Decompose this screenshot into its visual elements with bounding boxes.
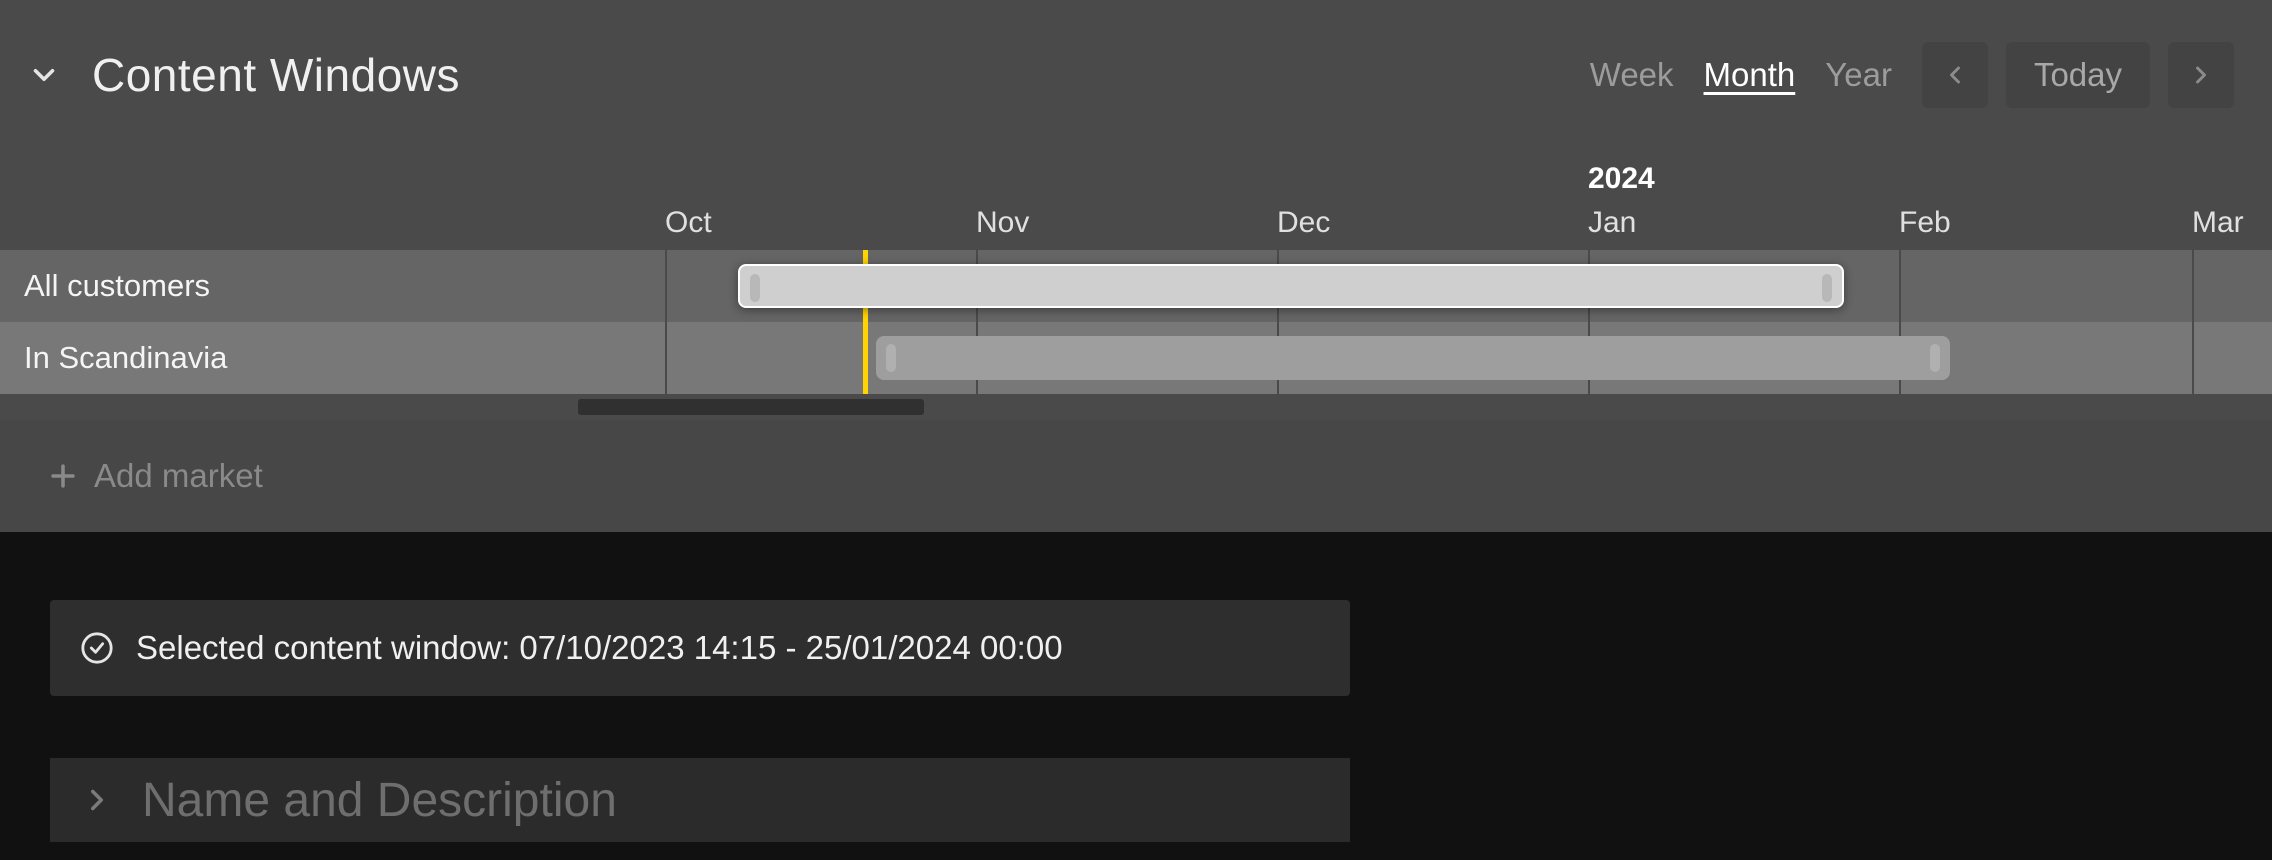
chevron-left-icon bbox=[1941, 61, 1969, 89]
prev-button[interactable] bbox=[1922, 42, 1988, 108]
chevron-right-icon bbox=[80, 783, 114, 817]
chevron-right-icon bbox=[2187, 61, 2215, 89]
view-year[interactable]: Year bbox=[1823, 50, 1894, 100]
collapse-toggle[interactable] bbox=[24, 55, 64, 95]
section-name-description[interactable]: Name and Description bbox=[50, 758, 1350, 842]
view-week[interactable]: Week bbox=[1588, 50, 1676, 100]
today-button[interactable]: Today bbox=[2006, 42, 2150, 108]
selected-window-text: Selected content window: 07/10/2023 14:1… bbox=[136, 629, 1063, 667]
plus-icon bbox=[46, 459, 80, 493]
timeline-header: Oct Nov Dec Jan Feb Mar 2024 bbox=[0, 150, 2272, 250]
resize-handle-left[interactable] bbox=[886, 344, 896, 372]
chevron-down-icon bbox=[27, 58, 61, 92]
year-label: 2024 bbox=[1588, 162, 1655, 196]
month-label: Oct bbox=[665, 206, 712, 240]
month-label: Jan bbox=[1588, 206, 1636, 240]
add-market-label: Add market bbox=[94, 457, 263, 495]
check-circle-icon bbox=[80, 631, 114, 665]
now-indicator bbox=[863, 322, 868, 394]
resize-handle-right[interactable] bbox=[1930, 344, 1940, 372]
month-label: Dec bbox=[1277, 206, 1330, 240]
next-button[interactable] bbox=[2168, 42, 2234, 108]
section-title: Name and Description bbox=[142, 773, 617, 828]
month-label: Mar bbox=[2192, 206, 2244, 240]
resize-handle-right[interactable] bbox=[1822, 274, 1832, 302]
month-label: Nov bbox=[976, 206, 1029, 240]
scrollbar-thumb[interactable] bbox=[578, 399, 924, 415]
view-switch: Week Month Year bbox=[1588, 50, 1894, 100]
row-label: In Scandinavia bbox=[0, 322, 440, 394]
view-month[interactable]: Month bbox=[1702, 50, 1798, 100]
row-track[interactable] bbox=[440, 322, 2272, 394]
row-track[interactable] bbox=[440, 250, 2272, 322]
add-market-button[interactable]: Add market bbox=[0, 420, 2272, 532]
resize-handle-left[interactable] bbox=[750, 274, 760, 302]
timeline-rows: All customersIn Scandinavia bbox=[0, 250, 2272, 394]
page-title: Content Windows bbox=[92, 48, 460, 102]
row-label: All customers bbox=[0, 250, 440, 322]
window-bar[interactable] bbox=[738, 264, 1844, 308]
timeline-row: All customers bbox=[0, 250, 2272, 322]
timeline-row: In Scandinavia bbox=[0, 322, 2272, 394]
window-bar[interactable] bbox=[876, 336, 1950, 380]
month-label: Feb bbox=[1899, 206, 1951, 240]
timeline-scrollbar[interactable] bbox=[0, 394, 2272, 420]
selected-window-chip: Selected content window: 07/10/2023 14:1… bbox=[50, 600, 1350, 696]
